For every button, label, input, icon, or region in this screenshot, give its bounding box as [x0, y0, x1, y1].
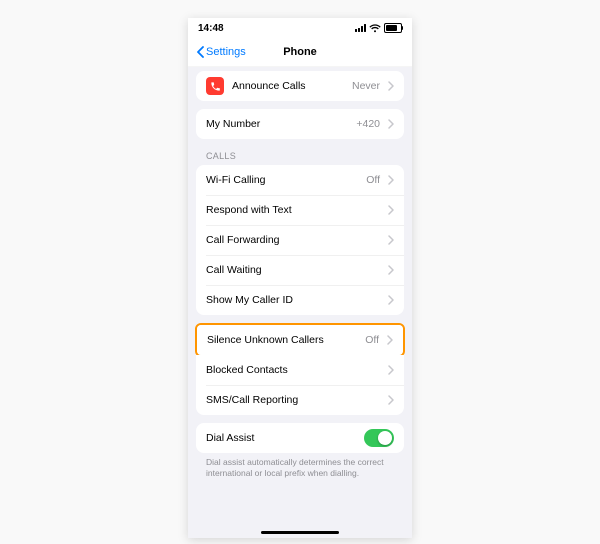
my-number-value: +420: [356, 118, 380, 130]
row-blocked-contacts[interactable]: Blocked Contacts: [196, 355, 404, 385]
chevron-right-icon: [388, 205, 394, 215]
chevron-right-icon: [388, 395, 394, 405]
chevron-left-icon: [196, 46, 204, 58]
call-waiting-label: Call Waiting: [206, 264, 380, 276]
announce-calls-label: Announce Calls: [232, 80, 344, 92]
row-wifi-calling[interactable]: Wi-Fi Calling Off: [196, 165, 404, 195]
row-respond-with-text[interactable]: Respond with Text: [196, 195, 404, 225]
row-show-caller-id[interactable]: Show My Caller ID: [196, 285, 404, 315]
silence-unknown-value: Off: [365, 334, 379, 346]
status-bar: 14:48: [188, 18, 412, 38]
group-dial-assist: Dial Assist: [196, 423, 404, 453]
dial-assist-footer: Dial assist automatically determines the…: [196, 453, 404, 487]
dial-assist-label: Dial Assist: [206, 432, 356, 444]
blocked-contacts-label: Blocked Contacts: [206, 364, 380, 376]
row-sms-call-reporting[interactable]: SMS/Call Reporting: [196, 385, 404, 415]
settings-content: Announce Calls Never My Number +420 CALL…: [188, 71, 412, 487]
status-time: 14:48: [198, 23, 224, 34]
cellular-signal-icon: [355, 24, 366, 32]
chevron-right-icon: [388, 295, 394, 305]
row-dial-assist[interactable]: Dial Assist: [196, 423, 404, 453]
chevron-right-icon: [388, 119, 394, 129]
group-calls: Wi-Fi Calling Off Respond with Text Call…: [196, 165, 404, 315]
chevron-right-icon: [388, 235, 394, 245]
group-below: Blocked Contacts SMS/Call Reporting: [196, 355, 404, 415]
section-header-calls: CALLS: [196, 139, 404, 165]
silence-unknown-label: Silence Unknown Callers: [207, 334, 357, 346]
status-icons: [355, 23, 402, 33]
row-silence-unknown[interactable]: Silence Unknown Callers Off: [197, 325, 403, 355]
home-indicator[interactable]: [261, 531, 339, 534]
group-my-number: My Number +420: [196, 109, 404, 139]
wifi-calling-label: Wi-Fi Calling: [206, 174, 358, 186]
sms-call-reporting-label: SMS/Call Reporting: [206, 394, 380, 406]
announce-calls-value: Never: [352, 80, 380, 92]
respond-with-text-label: Respond with Text: [206, 204, 380, 216]
chevron-right-icon: [388, 175, 394, 185]
row-call-forwarding[interactable]: Call Forwarding: [196, 225, 404, 255]
phone-frame: 14:48 Settings Phone: [188, 18, 412, 538]
back-label: Settings: [206, 46, 246, 58]
highlight-silence-unknown: Silence Unknown Callers Off: [195, 323, 405, 357]
call-forwarding-label: Call Forwarding: [206, 234, 380, 246]
chevron-right-icon: [388, 365, 394, 375]
dial-assist-toggle[interactable]: [364, 429, 394, 447]
my-number-label: My Number: [206, 118, 348, 130]
chevron-right-icon: [388, 81, 394, 91]
chevron-right-icon: [387, 335, 393, 345]
nav-bar: Settings Phone: [188, 38, 412, 67]
group-announce: Announce Calls Never: [196, 71, 404, 101]
group-silence-unknown: Silence Unknown Callers Off: [197, 325, 403, 355]
row-call-waiting[interactable]: Call Waiting: [196, 255, 404, 285]
announce-calls-icon: [206, 77, 224, 95]
row-announce-calls[interactable]: Announce Calls Never: [196, 71, 404, 101]
wifi-icon: [369, 24, 381, 33]
row-my-number[interactable]: My Number +420: [196, 109, 404, 139]
wifi-calling-value: Off: [366, 174, 380, 186]
battery-icon: [384, 23, 402, 33]
show-caller-id-label: Show My Caller ID: [206, 294, 380, 306]
back-button[interactable]: Settings: [196, 46, 246, 58]
chevron-right-icon: [388, 265, 394, 275]
